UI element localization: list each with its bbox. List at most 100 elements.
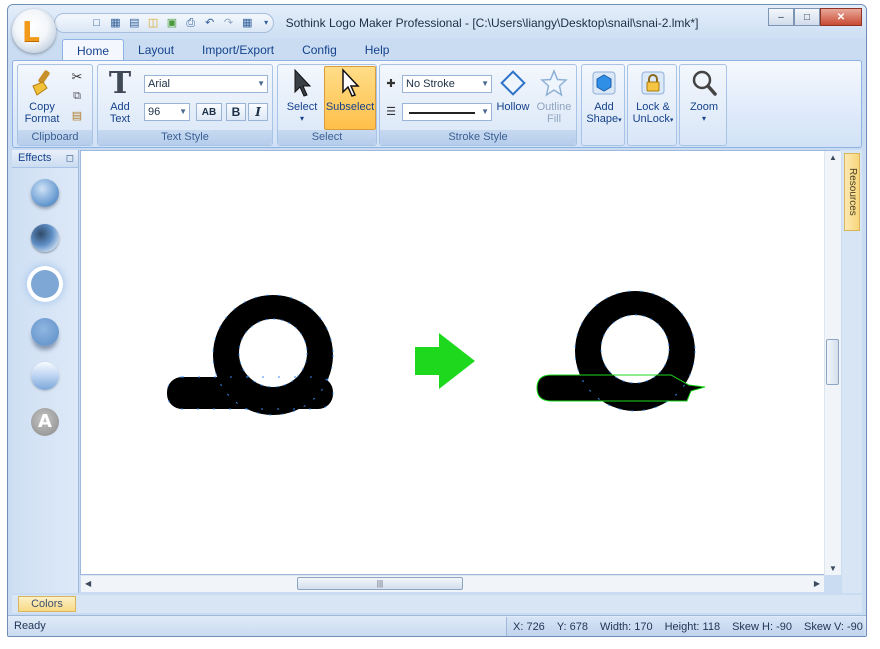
minimize-button[interactable]: – <box>768 8 794 26</box>
vertical-scrollbar[interactable]: ▲ ▼ <box>824 151 841 575</box>
chevron-down-icon: ▾ <box>701 114 706 123</box>
hexagon-icon <box>588 67 620 99</box>
status-skew-v: Skew V: -90 <box>803 621 863 633</box>
font-family-value: Arial <box>148 78 171 90</box>
tab-import-export[interactable]: Import/Export <box>188 39 288 61</box>
pin-icon[interactable]: ◻ <box>66 150 74 167</box>
char-spacing-button[interactable]: AB <box>196 103 222 121</box>
char-spacing-label: AB <box>201 106 217 118</box>
hollow-button[interactable]: Hollow <box>494 67 532 113</box>
font-family-select[interactable]: Arial ▼ <box>144 75 268 93</box>
hollow-label: Hollow <box>496 101 530 113</box>
colors-tab[interactable]: Colors <box>18 596 76 612</box>
bold-button[interactable]: B <box>226 103 246 121</box>
chevron-down-icon: ▾ <box>618 117 622 124</box>
maximize-button[interactable]: □ <box>794 8 820 26</box>
clipboard-group: Copy Format ✂ ⧉ ▤ Clipboard <box>17 64 93 146</box>
effect-shadow-icon[interactable] <box>31 318 59 346</box>
status-readouts: X: 726 Y: 678 Width: 170 Height: 118 Ske… <box>506 617 864 636</box>
select-group: Select ▾ Subselect Select <box>277 64 377 146</box>
chevron-down-icon: ▼ <box>481 107 489 116</box>
stroke-style-group-label: Stroke Style <box>380 130 576 145</box>
chevron-down-icon: ▾ <box>669 117 674 124</box>
resources-tab[interactable]: Resources <box>844 153 860 231</box>
add-shape-label-2: Shape▾ <box>586 113 622 125</box>
cut-icon[interactable]: ✂ <box>70 69 84 83</box>
drawing-canvas[interactable] <box>80 150 840 575</box>
effect-text-icon[interactable]: A <box>31 408 59 436</box>
font-size-select[interactable]: 96 ▼ <box>144 103 190 121</box>
magnifier-icon <box>688 67 720 99</box>
lock-icon <box>637 67 669 99</box>
tab-home[interactable]: Home <box>62 39 125 62</box>
line-sample <box>409 112 475 114</box>
italic-button[interactable]: I <box>248 103 268 121</box>
horizontal-scrollbar[interactable]: ◀ ||| ▶ <box>81 575 824 592</box>
zoom-group: Zoom ▾ <box>679 64 727 146</box>
subselect-tool-button[interactable]: Subselect <box>324 66 376 130</box>
scroll-left-icon[interactable]: ◀ <box>85 579 91 588</box>
arrow-icon <box>415 333 475 389</box>
select-tool-button[interactable]: Select ▾ <box>282 67 322 125</box>
tab-layout[interactable]: Layout <box>124 39 188 61</box>
lock-group: Lock & UnLock▾ <box>627 64 677 146</box>
stroke-type-select[interactable]: No Stroke ▼ <box>402 75 492 93</box>
caption-buttons: – □ ✕ <box>768 8 862 26</box>
horizontal-scroll-thumb[interactable]: ||| <box>297 577 463 590</box>
chevron-down-icon: ▼ <box>257 79 265 88</box>
close-button[interactable]: ✕ <box>820 8 862 26</box>
paste-icon[interactable]: ▤ <box>70 109 84 123</box>
stroke-type-value: No Stroke <box>406 78 455 90</box>
effect-bevel-icon[interactable] <box>31 179 59 207</box>
app-menu-button[interactable]: L <box>12 9 56 53</box>
status-height: Height: 118 <box>664 621 721 633</box>
copy-format-label-2: Format <box>24 113 60 125</box>
window-title: Sothink Logo Maker Professional - [C:\Us… <box>285 16 699 30</box>
select-group-label: Select <box>278 130 376 145</box>
star-icon <box>538 67 570 99</box>
scroll-down-icon[interactable]: ▼ <box>829 564 837 573</box>
effect-glow-icon[interactable] <box>31 270 59 298</box>
tab-help[interactable]: Help <box>351 39 404 61</box>
add-shape-button[interactable]: Add Shape▾ <box>584 67 624 127</box>
add-text-label-1: Add <box>110 101 130 113</box>
chevron-down-icon: ▼ <box>179 107 187 116</box>
line-style-select[interactable]: ▼ <box>402 103 492 121</box>
effect-gradient-icon[interactable] <box>31 362 59 390</box>
tab-config[interactable]: Config <box>288 39 351 61</box>
lock-unlock-button[interactable]: Lock & UnLock▾ <box>630 67 676 127</box>
effects-panel: Effects ◻ A <box>12 150 79 593</box>
outline-fill-label-2: Fill <box>546 113 562 125</box>
scroll-right-icon[interactable]: ▶ <box>814 579 820 588</box>
title-bar: □ ▦ ▤ ◫ ▣ ⎙ ↶ ↷ ▦ ▾ Sothink Logo Maker P… <box>8 5 866 39</box>
snail-shape-original[interactable] <box>167 295 333 415</box>
add-shape-label-1: Add <box>594 101 614 113</box>
status-width: Width: 170 <box>600 621 653 633</box>
zoom-button[interactable]: Zoom ▾ <box>682 67 726 125</box>
effects-panel-header: Effects ◻ <box>12 150 78 168</box>
clipboard-group-label: Clipboard <box>18 130 92 145</box>
add-text-label-2: Text <box>109 113 131 125</box>
colors-dock: Colors <box>12 595 862 613</box>
ribbon-tabs: Home Layout Import/Export Config Help <box>62 39 404 62</box>
snail-shape-edited[interactable] <box>537 291 705 411</box>
add-shape-group: Add Shape▾ <box>581 64 625 146</box>
status-ready: Ready <box>14 620 46 632</box>
scroll-up-icon[interactable]: ▲ <box>829 153 837 162</box>
outline-fill-button[interactable]: Outline Fill <box>534 67 574 125</box>
line-style-icon[interactable]: ☰ <box>384 105 398 119</box>
text-t-icon: T <box>108 65 132 101</box>
effects-title: Effects <box>18 152 52 164</box>
copy-icon[interactable]: ⧉ <box>70 89 84 103</box>
chevron-down-icon: ▼ <box>481 79 489 88</box>
copy-format-button[interactable]: Copy Format <box>22 67 62 125</box>
bold-label: B <box>231 105 241 119</box>
stroke-width-icon[interactable]: ✚ <box>384 77 398 91</box>
add-text-button[interactable]: T Add Text <box>102 65 138 126</box>
stroke-style-group: ✚ No Stroke ▼ ☰ ▼ Hollow Outline Fill Str… <box>379 64 577 146</box>
lock-label-1: Lock & <box>636 101 670 113</box>
vertical-scroll-thumb[interactable] <box>826 339 839 385</box>
copy-format-label-1: Copy <box>29 101 55 113</box>
outline-fill-label-1: Outline <box>536 101 572 113</box>
effect-emboss-icon[interactable] <box>31 224 59 252</box>
